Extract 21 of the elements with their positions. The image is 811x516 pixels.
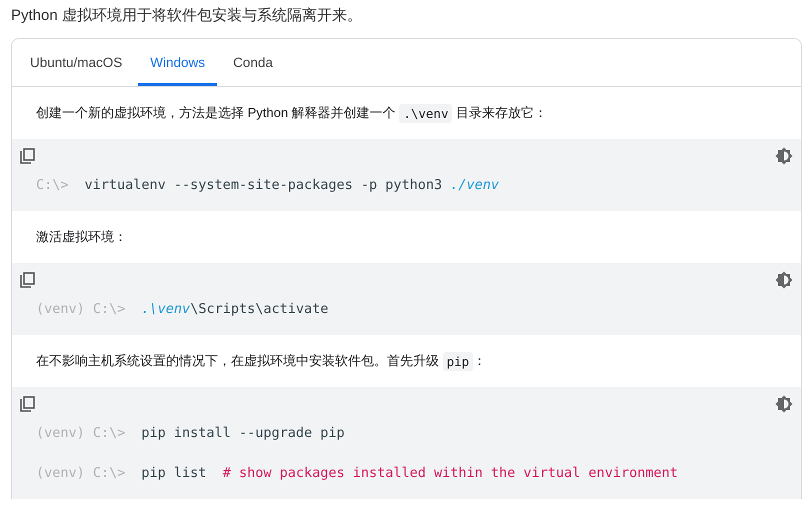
command-text: pip install --upgrade pip bbox=[141, 425, 345, 441]
instruction-text: 激活虚拟环境： bbox=[35, 228, 128, 246]
copy-icon[interactable] bbox=[20, 396, 36, 412]
prompt-text: (venv) C:\> bbox=[36, 465, 126, 481]
command-text: .\venv\Scripts\activate bbox=[141, 301, 328, 317]
instruction-text: 在不影响主机系统设置的情况下，在虚拟环境中安装软件包。首先升级 pip ： bbox=[35, 350, 488, 372]
copy-icon[interactable] bbox=[20, 272, 36, 288]
instruction-text: 创建一个新的虚拟环境，方法是选择 Python 解释器并创建一个 .\venv 目录来存放它： bbox=[35, 102, 548, 124]
command-text: pip list # show packages installed within the virtual environment bbox=[141, 465, 678, 481]
theme-toggle-icon[interactable] bbox=[775, 395, 793, 413]
theme-toggle-icon[interactable] bbox=[775, 147, 793, 165]
tab[interactable]: Ubuntu/macOS bbox=[18, 39, 134, 86]
tab[interactable]: Windows bbox=[138, 39, 218, 86]
theme-toggle-icon[interactable] bbox=[775, 271, 793, 289]
prompt-text: (venv) C:\> bbox=[36, 425, 126, 441]
tab[interactable]: Conda bbox=[221, 39, 285, 86]
copy-icon[interactable] bbox=[20, 148, 36, 164]
command-text: virtualenv --system-site-packages -p python3 ./venv bbox=[84, 177, 500, 193]
prompt-text: (venv) C:\> bbox=[36, 301, 126, 317]
prompt-text: C:\> bbox=[36, 177, 69, 193]
intro-text: Python 虚拟环境用于将软件包安装与系统隔离开来。 bbox=[10, 6, 363, 26]
